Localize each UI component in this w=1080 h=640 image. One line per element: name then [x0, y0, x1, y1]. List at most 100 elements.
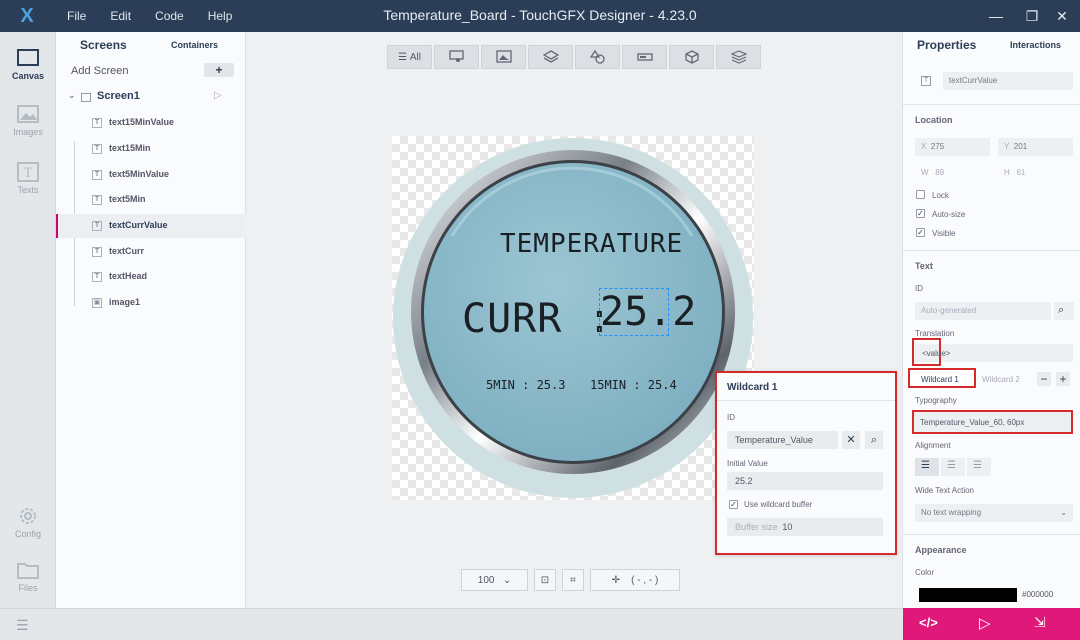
minimize-icon[interactable]: — [986, 6, 1006, 26]
tree-item-text5Min[interactable]: Ttext5Min [56, 188, 246, 212]
restore-icon[interactable]: ❐ [1022, 6, 1042, 26]
tree-item-text5MinValue[interactable]: Ttext5MinValue [56, 163, 246, 187]
divider [903, 104, 1080, 105]
fit-view-button[interactable]: ⊡ [534, 569, 556, 591]
tab-containers[interactable]: Containers [171, 40, 218, 50]
initial-value-field[interactable]: 25.2 [727, 472, 883, 490]
menu-code[interactable]: Code [155, 9, 184, 23]
typography-value: Temperature_Value_60, 60px [920, 418, 1025, 427]
text-head[interactable]: TEMPERATURE [500, 229, 683, 259]
search-id-button[interactable]: ⌕ [865, 431, 883, 449]
w-value: 89 [935, 168, 945, 177]
tree-item-label: text15Min [109, 143, 151, 153]
left-rail: Canvas Images T Texts Config Files [0, 32, 56, 608]
filter-layers-button[interactable] [528, 45, 573, 69]
rail-images[interactable]: Images [0, 96, 56, 150]
tab-interactions[interactable]: Interactions [1010, 40, 1061, 50]
filter-3d-button[interactable] [669, 45, 714, 69]
tab-properties[interactable]: Properties [917, 38, 976, 52]
align-right-icon[interactable]: ☰ [967, 458, 991, 476]
align-left-icon[interactable]: ☰ [915, 458, 939, 476]
rail-texts[interactable]: T Texts [0, 154, 56, 208]
move-icon: ✛ [611, 574, 621, 586]
add-wildcard-button[interactable]: + [1056, 372, 1070, 386]
location-section-label: Location [915, 115, 953, 125]
align-center-icon[interactable]: ☰ [941, 458, 965, 476]
menu-help[interactable]: Help [208, 9, 233, 23]
text-15min[interactable]: 15MIN : 25.4 [590, 378, 677, 392]
menu-bar: File Edit Code Help [67, 0, 256, 32]
visible-label: Visible [932, 229, 956, 238]
w-field[interactable]: W 89 [921, 168, 944, 177]
text-widget-icon: T [92, 195, 102, 205]
screen-icon [81, 93, 91, 102]
widget-name-field[interactable]: textCurrValue [943, 72, 1073, 90]
text-id-field[interactable]: Auto-generated [915, 302, 1051, 320]
add-screen-button[interactable]: + [204, 63, 234, 77]
filter-stack-button[interactable] [716, 45, 761, 69]
close-icon[interactable]: ✕ [1052, 6, 1072, 26]
use-buffer-checkbox[interactable]: ✓ [729, 500, 738, 509]
search-icon: ⌕ [870, 434, 878, 446]
screen-name[interactable]: Screen1 [97, 90, 140, 102]
tree-item-textHead[interactable]: TtextHead [56, 265, 246, 289]
chevron-down-icon: ⌄ [1060, 508, 1067, 517]
menu-edit[interactable]: Edit [110, 9, 131, 23]
tree-item-text15MinValue[interactable]: Ttext15MinValue [56, 111, 246, 135]
search-icon[interactable]: ⌕ [1054, 302, 1074, 320]
y-field[interactable]: Y 201 [998, 138, 1073, 156]
lock-checkbox[interactable] [916, 190, 925, 199]
tree-item-text15Min[interactable]: Ttext15Min [56, 137, 246, 161]
coordinates-display: ✛ ( - , - ) [590, 569, 680, 591]
run-simulator-icon[interactable]: ▷ [979, 614, 991, 632]
add-screen-label: Add Screen [71, 65, 129, 77]
run-toolbar: </> ▷ ⇲ [903, 608, 1080, 640]
tree-item-textCurr[interactable]: TtextCurr [56, 240, 246, 264]
wide-text-select[interactable]: No text wrapping ⌄ [915, 504, 1073, 522]
crop-button[interactable]: ⌗ [562, 569, 584, 591]
autosize-label: Auto-size [932, 210, 966, 219]
filter-interaction-button[interactable] [434, 45, 479, 69]
rail-config-label: Config [14, 529, 41, 539]
widget-filter-bar: ☰ All [387, 45, 761, 69]
chevron-down-icon[interactable]: ⌄ [68, 90, 76, 101]
color-swatch[interactable] [919, 588, 1017, 602]
wide-text-value: No text wrapping [921, 508, 982, 517]
visible-checkbox[interactable]: ✓ [916, 228, 925, 237]
chevron-down-icon: ⌄ [502, 574, 512, 586]
buffer-size-field[interactable]: Buffer size 10 [727, 518, 883, 536]
screens-panel: Screens Containers Add Screen + ⌄ Screen… [56, 32, 246, 608]
title-bar: X File Edit Code Help Temperature_Board … [0, 0, 1080, 32]
rail-canvas[interactable]: Canvas [0, 40, 56, 94]
hamburger-icon[interactable]: ☰ [16, 617, 29, 634]
tree-item-label: text15MinValue [109, 117, 175, 127]
zoom-select[interactable]: 100 ⌄ [461, 569, 528, 591]
color-value[interactable]: #000000 [1022, 590, 1053, 599]
tree-item-label: text5MinValue [109, 169, 170, 179]
rail-config[interactable]: Config [0, 498, 56, 552]
flash-target-icon[interactable]: ⇲ [1034, 614, 1046, 631]
generate-code-icon[interactable]: </> [919, 615, 938, 630]
clear-id-button[interactable]: ✕ [842, 431, 860, 449]
play-screen-icon[interactable]: ▷ [214, 90, 222, 101]
text-5min[interactable]: 5MIN : 25.3 [486, 378, 565, 392]
h-field[interactable]: H 61 [1004, 168, 1025, 177]
tab-screens[interactable]: Screens [80, 38, 127, 52]
filter-shapes-button[interactable] [575, 45, 620, 69]
filter-all-button[interactable]: ☰ All [387, 45, 432, 69]
x-field[interactable]: X 275 [915, 138, 990, 156]
menu-file[interactable]: File [67, 9, 86, 23]
tree-item-image1[interactable]: ▣ image1 [56, 291, 246, 315]
filter-image-button[interactable] [481, 45, 526, 69]
text-curr[interactable]: CURR : [462, 296, 613, 342]
wildcard2-tab[interactable]: Wildcard 2 [982, 375, 1020, 384]
rail-files[interactable]: Files [0, 552, 56, 606]
text-section-label: Text [915, 261, 933, 271]
text-curr-value[interactable]: 25.2 [599, 288, 696, 336]
filter-progress-button[interactable] [622, 45, 667, 69]
autosize-checkbox[interactable]: ✓ [916, 209, 925, 218]
filter-all-label: All [409, 51, 421, 63]
tree-item-textCurrValue[interactable]: TtextCurrValue [56, 214, 246, 238]
remove-wildcard-button[interactable]: − [1037, 372, 1051, 386]
wildcard-id-field[interactable]: Temperature_Value [727, 431, 838, 449]
